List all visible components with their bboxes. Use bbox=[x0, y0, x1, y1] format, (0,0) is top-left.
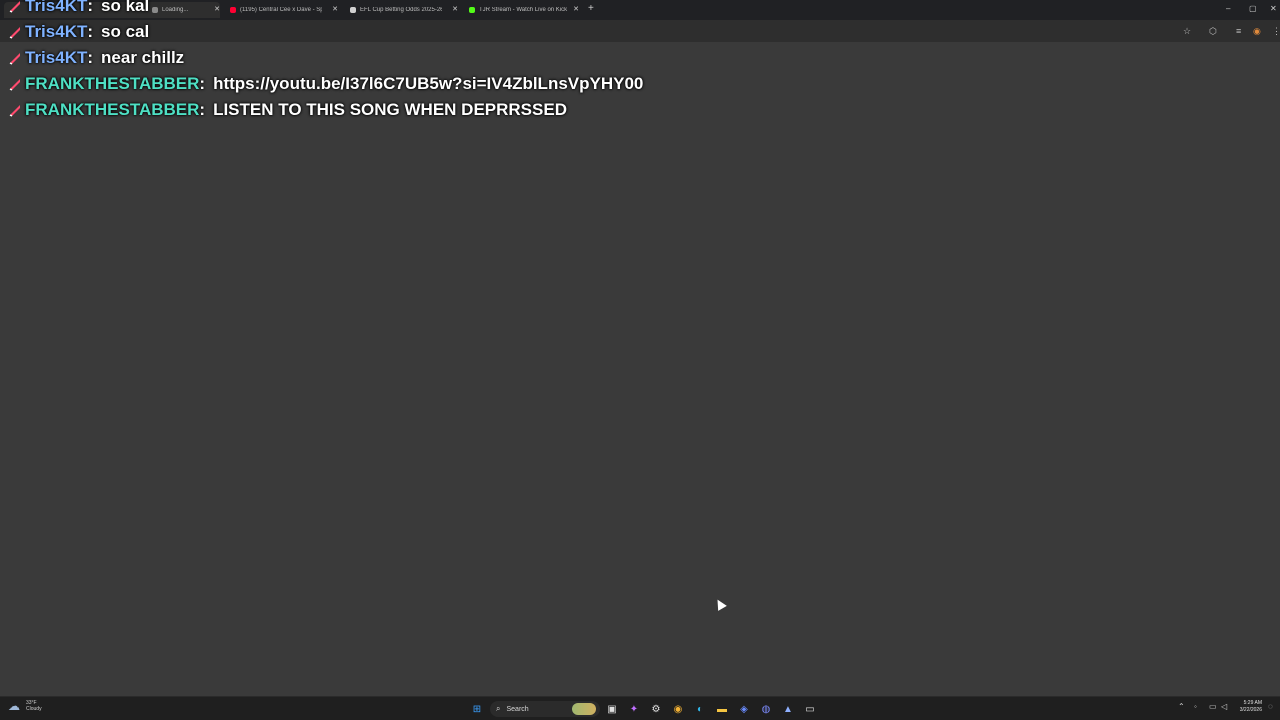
chat-separator: : bbox=[199, 74, 206, 93]
mouse-cursor-icon bbox=[713, 597, 727, 611]
tab-kick-stream[interactable]: TJR Stream - Watch Live on Kick ✕ bbox=[469, 2, 579, 18]
file-explorer-icon[interactable]: ▬ bbox=[715, 702, 729, 716]
chat-separator: : bbox=[87, 0, 94, 15]
sword-badge-icon bbox=[9, 105, 20, 117]
weather-desc: Cloudy bbox=[26, 706, 42, 712]
network-icon[interactable]: ▭ bbox=[1209, 702, 1217, 711]
sword-badge-icon bbox=[9, 1, 20, 13]
weather-text: 33°F Cloudy bbox=[26, 700, 42, 712]
search-highlight-image bbox=[572, 703, 596, 715]
browser-toolbar: ☆ ⬡ ≡ ◉ ⋮ bbox=[0, 20, 1280, 42]
search-label: Search bbox=[506, 705, 529, 713]
search-input[interactable]: ⌕ Search bbox=[490, 701, 600, 717]
close-window-button[interactable]: ✕ bbox=[1270, 4, 1277, 13]
app2-icon[interactable]: ▲ bbox=[781, 702, 795, 716]
sword-badge-icon bbox=[9, 79, 20, 91]
chat-link[interactable]: https://youtu.be/I37l6C7UB5w?si=IV4ZblLn… bbox=[213, 74, 643, 94]
tab-title: (1195) Central Cee x Dave - Sp bbox=[240, 7, 322, 13]
tab-youtube[interactable]: (1195) Central Cee x Dave - Sp ✕ bbox=[230, 2, 338, 18]
task-view-icon[interactable]: ▣ bbox=[605, 702, 619, 716]
bookmark-star-icon[interactable]: ☆ bbox=[1183, 26, 1191, 37]
notification-icon[interactable]: ◌ bbox=[1268, 702, 1273, 711]
maximize-button[interactable]: ▢ bbox=[1249, 4, 1257, 13]
taskbar: ☁ 33°F Cloudy ⊞ ⌕ Search ▣ ✦ ⚙ ◉ ◐ ▬ ◈ ◍… bbox=[0, 696, 1280, 720]
chat-message: Tris4KT : so cal bbox=[8, 20, 149, 44]
chat-username[interactable]: Tris4KT bbox=[25, 48, 87, 68]
tab-close-icon[interactable]: ✕ bbox=[573, 5, 579, 13]
tab-close-icon[interactable]: ✕ bbox=[452, 5, 458, 13]
mic-icon[interactable]: ◦ bbox=[1194, 702, 1197, 711]
sword-badge-icon bbox=[9, 53, 20, 65]
kick-favicon-icon bbox=[469, 7, 475, 13]
chat-separator: : bbox=[87, 48, 94, 67]
chat-text: so kal bbox=[101, 0, 150, 15]
menu-kebab-icon[interactable]: ⋮ bbox=[1272, 26, 1280, 37]
settings-icon[interactable]: ⚙ bbox=[649, 702, 663, 716]
tab-close-icon[interactable]: ✕ bbox=[214, 5, 220, 13]
chat-text: so cal bbox=[101, 22, 150, 41]
profile-icon[interactable]: ◉ bbox=[1253, 26, 1261, 37]
edge-icon[interactable]: ◐ bbox=[693, 702, 707, 716]
start-icon[interactable]: ⊞ bbox=[470, 702, 484, 716]
chat-username[interactable]: Tris4KT bbox=[25, 0, 87, 16]
tab-title: EFL Cup Betting Odds 2025-26 bbox=[360, 7, 442, 13]
tab-close-icon[interactable]: ✕ bbox=[332, 5, 338, 13]
discord-icon[interactable]: ◍ bbox=[759, 702, 773, 716]
tab-efl-odds[interactable]: EFL Cup Betting Odds 2025-26 ✕ bbox=[350, 2, 458, 18]
chat-separator: : bbox=[199, 100, 206, 119]
tray-chevron-icon[interactable]: ⌃ bbox=[1178, 702, 1185, 711]
system-clock[interactable]: 5:29 AM 3/22/2026 bbox=[1240, 700, 1262, 714]
chat-message: FRANKTHESTABBER : LISTEN TO THIS SONG WH… bbox=[8, 98, 567, 122]
volume-icon[interactable]: ◁ bbox=[1221, 702, 1227, 711]
chat-username[interactable]: Tris4KT bbox=[25, 22, 87, 42]
chrome-icon[interactable]: ◉ bbox=[671, 702, 685, 716]
cloud-icon: ☁ bbox=[8, 699, 20, 713]
tab-title: TJR Stream - Watch Live on Kick bbox=[479, 7, 568, 13]
sword-badge-icon bbox=[9, 27, 20, 39]
chat-username[interactable]: FRANKTHESTABBER bbox=[25, 74, 199, 94]
chat-message: FRANKTHESTABBER : https://youtu.be/I37l6… bbox=[8, 72, 643, 96]
new-tab-button[interactable]: + bbox=[588, 3, 594, 14]
chat-separator: : bbox=[87, 22, 94, 41]
tab-favicon-icon bbox=[152, 7, 158, 13]
chat-text: near chillz bbox=[101, 48, 185, 67]
terminal-icon[interactable]: ▭ bbox=[803, 702, 817, 716]
chat-message: Tris4KT : so kal bbox=[8, 0, 149, 18]
copilot-icon[interactable]: ✦ bbox=[627, 702, 641, 716]
chat-text: LISTEN TO THIS SONG WHEN DEPRRSSED bbox=[213, 100, 567, 119]
chat-message: Tris4KT : near chillz bbox=[8, 46, 184, 70]
clock-date: 3/22/2026 bbox=[1239, 707, 1262, 713]
extensions-icon[interactable]: ⬡ bbox=[1209, 26, 1217, 37]
youtube-favicon-icon bbox=[230, 7, 236, 13]
app-icon[interactable]: ◈ bbox=[737, 702, 751, 716]
clock-time: 5:29 AM bbox=[1243, 700, 1262, 706]
weather-widget[interactable]: ☁ 33°F Cloudy bbox=[8, 700, 42, 712]
search-icon: ⌕ bbox=[496, 704, 501, 713]
site-favicon-icon bbox=[350, 7, 356, 13]
tab-title: Loading... bbox=[162, 7, 189, 13]
chat-username[interactable]: FRANKTHESTABBER bbox=[25, 100, 199, 120]
browser-tab-bar: Loading... ✕ (1195) Central Cee x Dave -… bbox=[0, 0, 1280, 20]
minimize-button[interactable]: – bbox=[1226, 4, 1230, 13]
media-icon[interactable]: ≡ bbox=[1236, 26, 1241, 36]
